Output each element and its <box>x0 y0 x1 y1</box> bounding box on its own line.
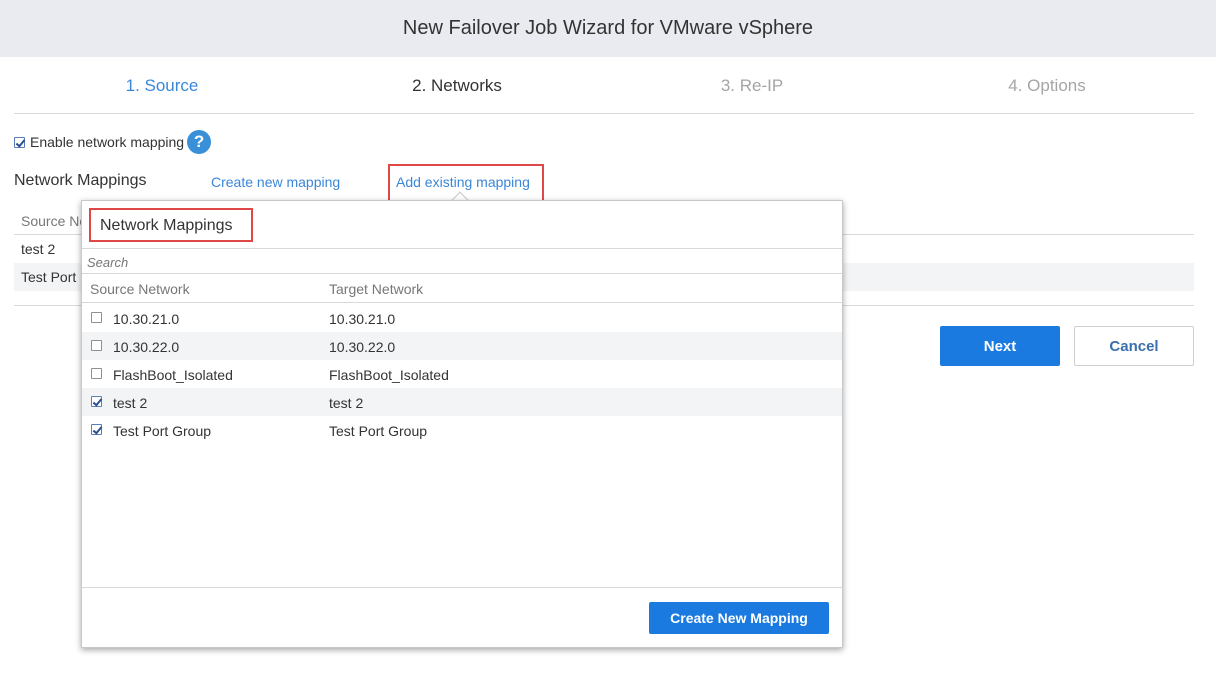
col-source-network[interactable]: Source Network <box>90 281 190 297</box>
row-target: 10.30.22.0 <box>329 339 396 355</box>
create-new-mapping-link[interactable]: Create new mapping <box>211 174 340 190</box>
step-networks[interactable]: 2. Networks <box>412 76 502 96</box>
row-checkbox[interactable] <box>91 424 102 435</box>
enable-network-mapping-checkbox[interactable] <box>14 136 25 148</box>
list-item[interactable]: 10.30.21.0 10.30.21.0 <box>82 304 842 332</box>
list-item[interactable]: FlashBoot_Isolated FlashBoot_Isolated <box>82 360 842 388</box>
row-target: test 2 <box>329 395 364 411</box>
cancel-button[interactable]: Cancel <box>1074 326 1194 366</box>
wizard-title: New Failover Job Wizard for VMware vSphe… <box>402 17 814 39</box>
row-source: Test Port Group <box>113 423 212 439</box>
row-checkbox[interactable] <box>91 312 102 323</box>
row-checkbox[interactable] <box>91 396 102 407</box>
row-target: FlashBoot_Isolated <box>329 367 449 383</box>
row-source: 10.30.22.0 <box>113 339 180 355</box>
step-options: 4. Options <box>1008 76 1086 95</box>
create-new-mapping-button[interactable]: Create New Mapping <box>649 602 829 634</box>
network-mappings-popup: Network Mappings Source Network Target N… <box>81 200 843 648</box>
popup-search-input[interactable] <box>87 255 827 270</box>
row-source: FlashBoot_Isolated <box>113 367 233 383</box>
add-existing-mapping-link[interactable]: Add existing mapping <box>396 174 530 190</box>
row-checkbox[interactable] <box>91 368 102 379</box>
row-target: Test Port Group <box>329 423 428 439</box>
row-checkbox[interactable] <box>91 340 102 351</box>
wizard-steps: 1. Source 2. Networks 3. Re-IP 4. Option… <box>14 57 1194 114</box>
question-circle-icon[interactable]: ? <box>187 130 212 154</box>
popup-title: Network Mappings <box>100 217 233 234</box>
row-source: 10.30.21.0 <box>113 311 180 327</box>
step-re-ip: 3. Re-IP <box>720 76 784 95</box>
enable-network-mapping-label: Enable network mapping <box>30 134 185 150</box>
row-source: test 2 <box>113 395 148 411</box>
row-target: 10.30.21.0 <box>329 311 396 327</box>
wizard-title-bar: New Failover Job Wizard for VMware vSphe… <box>0 0 1216 57</box>
next-button[interactable]: Next <box>940 326 1060 366</box>
step-source[interactable]: 1. Source <box>126 76 199 96</box>
col-target-network[interactable]: Target Network <box>329 281 423 297</box>
list-item[interactable]: test 2 test 2 <box>82 388 842 416</box>
enable-network-mapping-row[interactable]: Enable network mapping ? <box>14 130 212 154</box>
list-item[interactable]: Test Port Group Test Port Group <box>82 416 842 444</box>
network-mappings-title: Network Mappings <box>14 172 147 189</box>
list-item[interactable]: 10.30.22.0 10.30.22.0 <box>82 332 842 360</box>
